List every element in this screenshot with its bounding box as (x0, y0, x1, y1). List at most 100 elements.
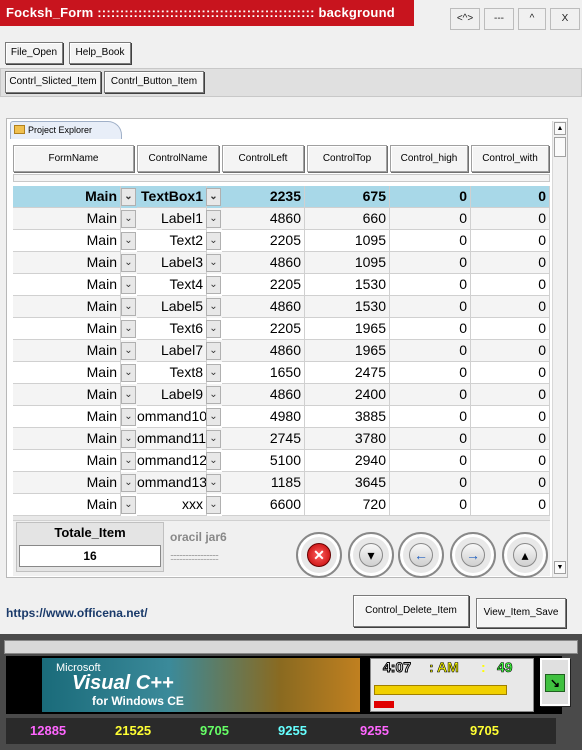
cell-top[interactable]: 1965 (305, 340, 390, 362)
cell-form[interactable]: Main (13, 340, 121, 362)
cell-control[interactable]: Label9 (137, 384, 207, 406)
cell-with[interactable]: 0 (471, 318, 550, 340)
nav-down-button[interactable]: ▾ (348, 532, 394, 578)
explorer-tab[interactable]: Project Explorer (10, 121, 122, 139)
dropdown-arrow-icon[interactable]: ⌄ (206, 320, 221, 338)
cell-with[interactable]: 0 (471, 362, 550, 384)
cell-top[interactable]: 2475 (305, 362, 390, 384)
table-row[interactable]: Main Text6 2205 1965 0 0 ⌄ ⌄ (13, 318, 550, 340)
cell-high[interactable]: 0 (390, 428, 471, 450)
col-control-high[interactable]: Control_high (390, 145, 468, 172)
cell-top[interactable]: 2400 (305, 384, 390, 406)
cell-control[interactable]: ommand11 (137, 428, 207, 450)
table-row[interactable]: Main ommand12 5100 2940 0 0 ⌄ ⌄ (13, 450, 550, 472)
cell-left[interactable]: 4860 (222, 252, 305, 274)
cell-left[interactable]: 6600 (222, 494, 305, 516)
cell-control[interactable]: Text2 (137, 230, 207, 252)
cell-control[interactable]: Text6 (137, 318, 207, 340)
cell-high[interactable]: 0 (390, 450, 471, 472)
cell-form[interactable]: Main (13, 472, 121, 494)
cell-with[interactable]: 0 (471, 340, 550, 362)
delete-item-button[interactable]: Control_Delete_Item (353, 595, 469, 627)
cell-left[interactable]: 4860 (222, 296, 305, 318)
cell-left[interactable]: 1185 (222, 472, 305, 494)
dropdown-arrow-icon[interactable]: ⌄ (121, 276, 136, 294)
dropdown-arrow-icon[interactable]: ⌄ (206, 298, 221, 316)
dropdown-arrow-icon[interactable]: ⌄ (206, 364, 221, 382)
dropdown-arrow-icon[interactable]: ⌄ (121, 254, 136, 272)
cell-form[interactable]: Main (13, 384, 121, 406)
dropdown-arrow-icon[interactable]: ⌄ (121, 386, 136, 404)
cell-form[interactable]: Main (13, 450, 121, 472)
cell-top[interactable]: 675 (305, 186, 390, 208)
cell-control[interactable]: ommand12 (137, 450, 207, 472)
table-row[interactable]: Main Label1 4860 660 0 0 ⌄ ⌄ (13, 208, 550, 230)
cell-left[interactable]: 4860 (222, 340, 305, 362)
dropdown-arrow-icon[interactable]: ⌄ (206, 474, 221, 492)
dropdown-arrow-icon[interactable]: ⌄ (121, 232, 136, 250)
cell-form[interactable]: Main (13, 296, 121, 318)
cell-top[interactable]: 1095 (305, 252, 390, 274)
col-formname[interactable]: FormName (13, 145, 134, 172)
cell-left[interactable]: 2235 (222, 186, 305, 208)
minimize-button[interactable]: --- (484, 8, 514, 30)
cell-with[interactable]: 0 (471, 406, 550, 428)
cell-with[interactable]: 0 (471, 186, 550, 208)
cell-top[interactable]: 3885 (305, 406, 390, 428)
cell-control[interactable]: Label3 (137, 252, 207, 274)
cell-form[interactable]: Main (13, 230, 121, 252)
cell-high[interactable]: 0 (390, 362, 471, 384)
cell-control[interactable]: xxx (137, 494, 207, 516)
cell-with[interactable]: 0 (471, 274, 550, 296)
table-row[interactable]: Main Label3 4860 1095 0 0 ⌄ ⌄ (13, 252, 550, 274)
dropdown-arrow-icon[interactable]: ⌄ (121, 342, 136, 360)
col-controlname[interactable]: ControlName (137, 145, 219, 172)
table-row[interactable]: Main Label9 4860 2400 0 0 ⌄ ⌄ (13, 384, 550, 406)
cell-top[interactable]: 3780 (305, 428, 390, 450)
dropdown-arrow-icon[interactable]: ⌄ (121, 188, 136, 206)
dropdown-arrow-icon[interactable]: ⌄ (206, 342, 221, 360)
cell-form[interactable]: Main (13, 208, 121, 230)
cell-left[interactable]: 4860 (222, 208, 305, 230)
cell-with[interactable]: 0 (471, 494, 550, 516)
dropdown-arrow-icon[interactable]: ⌄ (121, 320, 136, 338)
cell-left[interactable]: 2205 (222, 230, 305, 252)
cell-left[interactable]: 1650 (222, 362, 305, 384)
cell-form[interactable]: Main (13, 318, 121, 340)
cell-high[interactable]: 0 (390, 340, 471, 362)
cell-form[interactable]: Main (13, 362, 121, 384)
restore-button[interactable]: <^> (450, 8, 480, 30)
cell-control[interactable]: Label7 (137, 340, 207, 362)
cell-high[interactable]: 0 (390, 318, 471, 340)
cell-high[interactable]: 0 (390, 406, 471, 428)
cell-form[interactable]: Main (13, 494, 121, 516)
cell-top[interactable]: 660 (305, 208, 390, 230)
cell-control[interactable]: Text8 (137, 362, 207, 384)
table-row[interactable]: Main xxx 6600 720 0 0 ⌄ ⌄ (13, 494, 550, 516)
cell-control[interactable]: Label5 (137, 296, 207, 318)
col-controltop[interactable]: ControlTop (307, 145, 387, 172)
cell-top[interactable]: 1965 (305, 318, 390, 340)
cell-left[interactable]: 4980 (222, 406, 305, 428)
scroll-up-icon[interactable]: ▲ (554, 122, 566, 135)
dropdown-arrow-icon[interactable]: ⌄ (206, 276, 221, 294)
cell-left[interactable]: 2205 (222, 318, 305, 340)
cell-high[interactable]: 0 (390, 274, 471, 296)
tab-sliced-item[interactable]: Contrl_Slicted_Item (5, 71, 101, 93)
dropdown-arrow-icon[interactable]: ⌄ (121, 364, 136, 382)
website-link[interactable]: https://www.officena.net/ (6, 606, 148, 620)
corner-button[interactable]: ↘ (540, 658, 570, 706)
nav-up-button[interactable]: ▴ (502, 532, 548, 578)
dropdown-arrow-icon[interactable]: ⌄ (121, 474, 136, 492)
table-row[interactable]: Main ommand11 2745 3780 0 0 ⌄ ⌄ (13, 428, 550, 450)
table-row[interactable]: Main ommand13 1185 3645 0 0 ⌄ ⌄ (13, 472, 550, 494)
maximize-button[interactable]: ^ (518, 8, 546, 30)
tab-button-item[interactable]: Contrl_Button_Item (104, 71, 204, 93)
cell-high[interactable]: 0 (390, 208, 471, 230)
cell-top[interactable]: 1095 (305, 230, 390, 252)
stop-button[interactable]: ✕ (296, 532, 342, 578)
table-row[interactable]: Main Label5 4860 1530 0 0 ⌄ ⌄ (13, 296, 550, 318)
cell-with[interactable]: 0 (471, 450, 550, 472)
scroll-down-icon[interactable]: ▼ (554, 561, 566, 574)
dropdown-arrow-icon[interactable]: ⌄ (121, 408, 136, 426)
